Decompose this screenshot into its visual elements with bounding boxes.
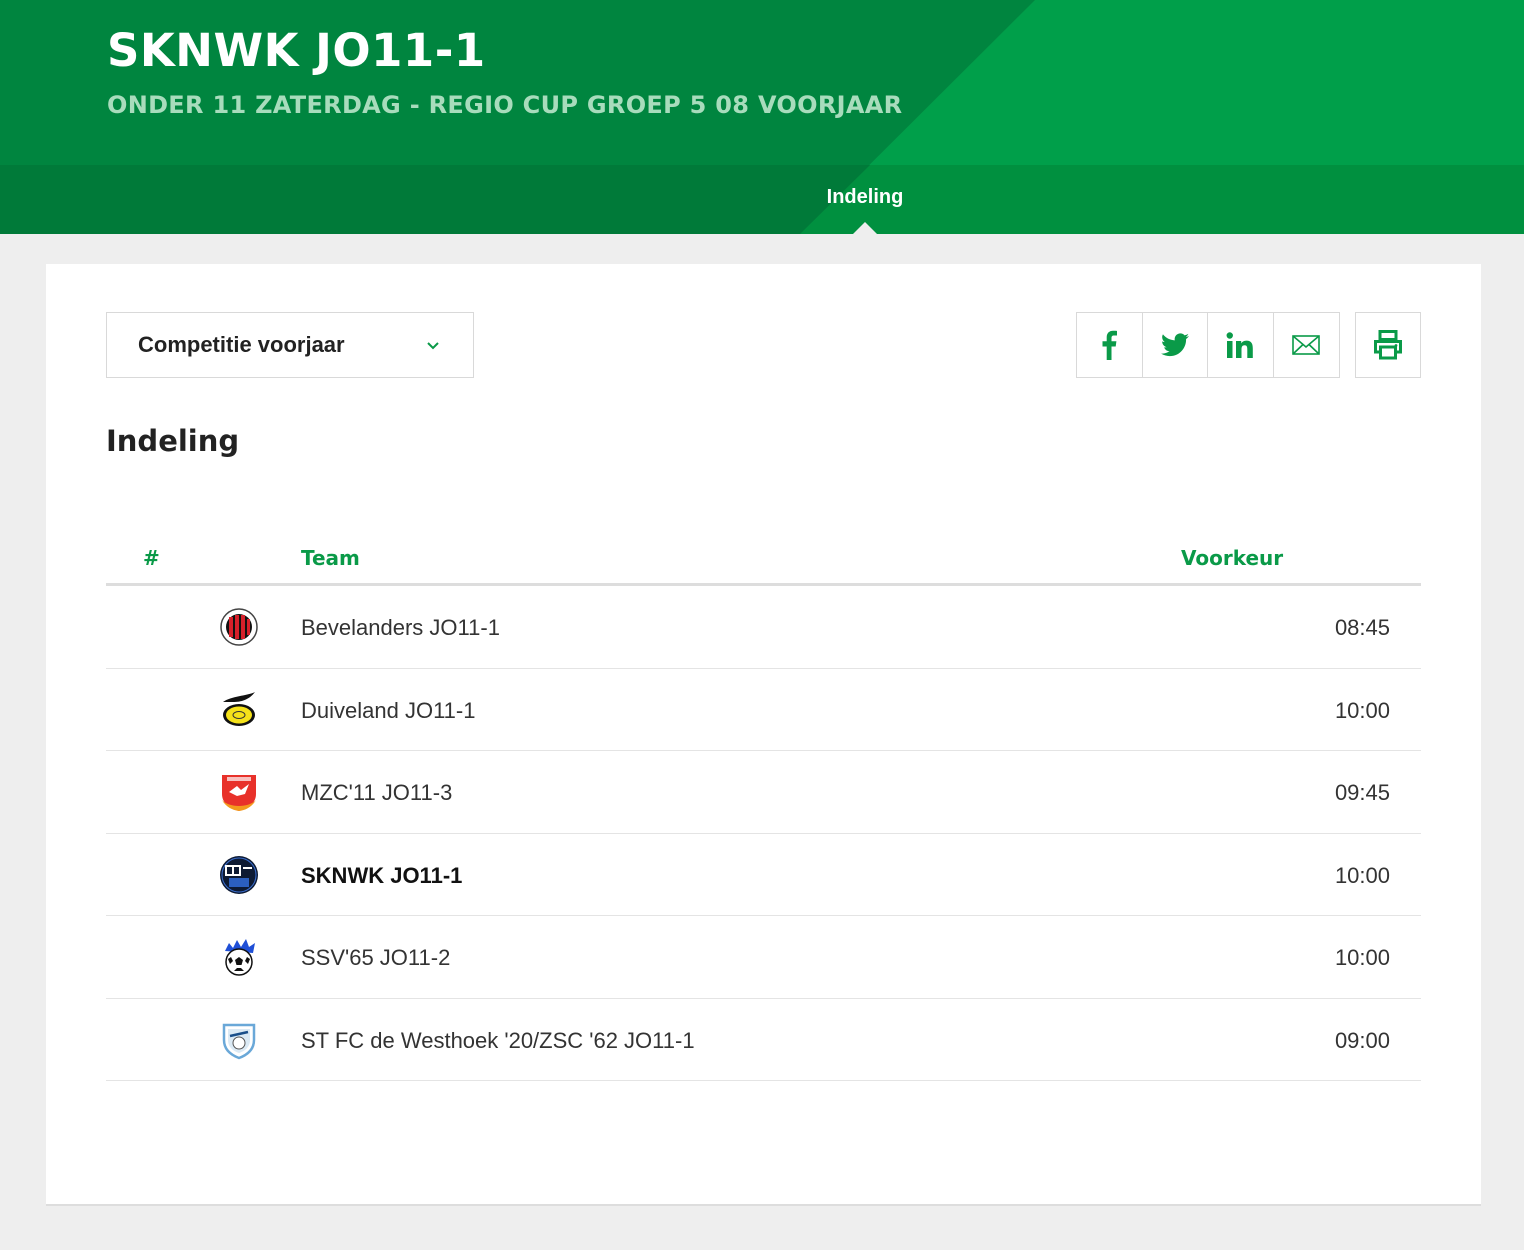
share-facebook-button[interactable] <box>1077 313 1143 377</box>
mzc11-logo <box>222 775 256 811</box>
sknwk-logo <box>220 855 258 894</box>
active-tab-indicator <box>853 222 877 234</box>
content-card: Competitie voorjaar Indeling # Team Voor… <box>46 264 1481 1206</box>
team-name[interactable]: MZC'11 JO11-3 <box>301 780 452 806</box>
team-preference-time: 09:00 <box>1334 1027 1390 1053</box>
competition-select[interactable]: Competitie voorjaar <box>106 312 474 378</box>
team-preference-time: 09:45 <box>1334 780 1390 805</box>
standings-table: # Team Voorkeur Bevelanders JO11-1 08:45 <box>106 534 1421 1081</box>
team-name[interactable]: Bevelanders JO11-1 <box>301 615 500 641</box>
column-header-team: Team <box>301 546 360 570</box>
page-header: SKNWK JO11-1 ONDER 11 ZATERDAG - REGIO C… <box>0 0 1524 234</box>
team-preference-time: 10:00 <box>1334 697 1390 723</box>
team-name[interactable]: SKNWK JO11-1 <box>301 863 462 889</box>
table-row: Bevelanders JO11-1 08:45 <box>106 586 1421 669</box>
team-name[interactable]: ST FC de Westhoek '20/ZSC '62 JO11-1 <box>301 1028 695 1054</box>
team-preference-time: 10:00 <box>1334 945 1390 970</box>
table-row: ST FC de Westhoek '20/ZSC '62 JO11-1 09:… <box>106 999 1421 1081</box>
duiveland-logo <box>223 691 255 726</box>
ssv65-logo <box>225 939 255 976</box>
facebook-icon <box>1102 330 1118 360</box>
team-name[interactable]: Duiveland JO11-1 <box>301 698 475 724</box>
tab-indeling[interactable]: Indeling <box>790 186 940 209</box>
print-button[interactable] <box>1355 312 1421 378</box>
column-header-number: # <box>143 546 160 570</box>
share-buttons <box>1076 312 1340 378</box>
linkedin-icon <box>1226 332 1254 358</box>
chevron-down-icon <box>427 342 439 350</box>
bevelanders-logo <box>220 608 258 646</box>
share-mail-button[interactable] <box>1274 313 1340 377</box>
share-twitter-button[interactable] <box>1143 313 1208 377</box>
competition-select-value: Competitie voorjaar <box>138 332 345 357</box>
page-title: SKNWK JO11-1 <box>107 24 486 77</box>
page-subtitle: ONDER 11 ZATERDAG - REGIO CUP GROEP 5 08… <box>107 91 903 119</box>
column-header-voorkeur: Voorkeur <box>1181 546 1284 570</box>
team-preference-time: 08:45 <box>1334 615 1390 640</box>
table-row: SKNWK JO11-1 10:00 <box>106 834 1421 916</box>
team-name[interactable]: SSV'65 JO11-2 <box>301 945 450 971</box>
section-title: Indeling <box>106 424 240 458</box>
table-row: SSV'65 JO11-2 10:00 <box>106 916 1421 999</box>
printer-icon <box>1374 330 1402 360</box>
mail-icon <box>1292 335 1321 355</box>
twitter-icon <box>1160 333 1189 357</box>
table-header: # Team Voorkeur <box>106 534 1421 586</box>
table-row: Duiveland JO11-1 10:00 <box>106 669 1421 751</box>
westhoek-logo <box>222 1023 256 1059</box>
table-row: MZC'11 JO11-3 09:45 <box>106 751 1421 834</box>
share-linkedin-button[interactable] <box>1208 313 1274 377</box>
team-preference-time: 10:00 <box>1334 862 1390 888</box>
